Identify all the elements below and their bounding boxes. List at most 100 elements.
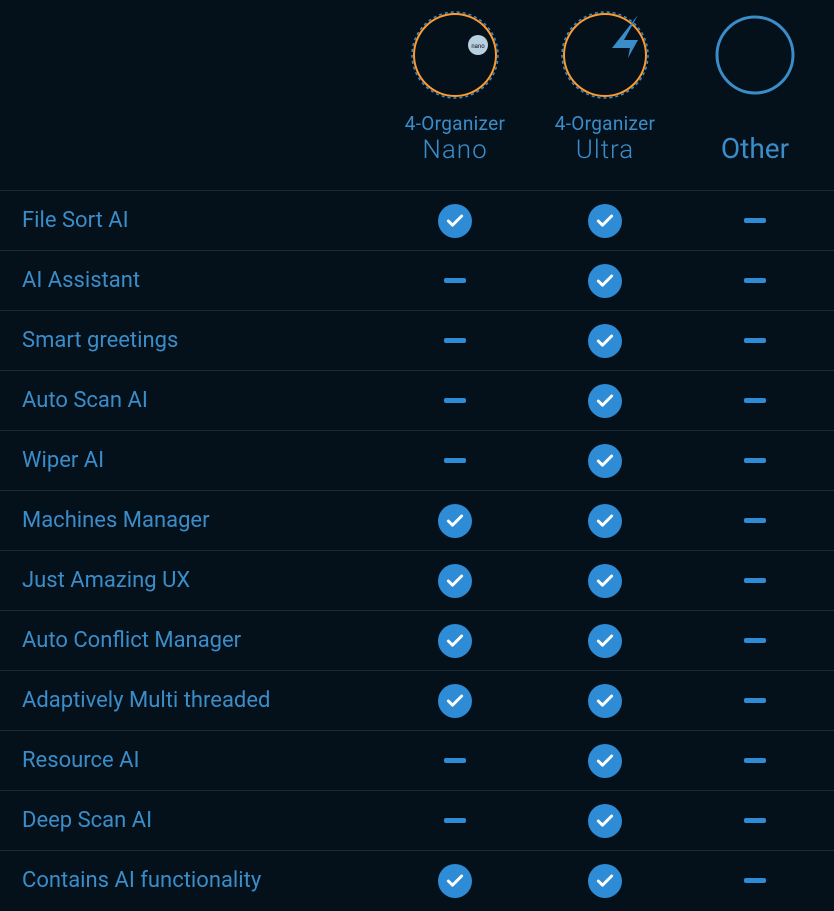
dash-icon <box>744 518 766 523</box>
feature-label: Resource AI <box>0 748 380 773</box>
feature-cell <box>680 638 830 643</box>
check-icon <box>438 504 472 538</box>
feature-row: Wiper AI <box>0 430 834 490</box>
check-icon <box>438 864 472 898</box>
feature-label: Smart greetings <box>0 328 380 353</box>
check-icon <box>588 444 622 478</box>
feature-cell <box>530 744 680 778</box>
feature-cell <box>680 338 830 343</box>
check-icon <box>588 504 622 538</box>
dash-icon <box>744 818 766 823</box>
dash-icon <box>744 218 766 223</box>
feature-cell <box>680 818 830 823</box>
dash-icon <box>744 638 766 643</box>
feature-cell <box>380 818 530 823</box>
feature-row: Contains AI functionality <box>0 850 834 910</box>
check-icon <box>588 324 622 358</box>
feature-label: Machines Manager <box>0 508 380 533</box>
product-brand: 4-Organizer <box>405 112 505 135</box>
feature-row: Deep Scan AI <box>0 790 834 850</box>
feature-cell <box>680 698 830 703</box>
feature-label: Just Amazing UX <box>0 568 380 593</box>
dash-icon <box>744 698 766 703</box>
dash-icon <box>744 398 766 403</box>
feature-cell <box>530 204 680 238</box>
feature-cell <box>530 564 680 598</box>
feature-row: Auto Scan AI <box>0 370 834 430</box>
feature-cell <box>680 518 830 523</box>
header-row: nano 4-Organizer Nano 4-Organizer Ultra <box>0 0 834 190</box>
feature-cell <box>380 758 530 763</box>
check-icon <box>438 564 472 598</box>
column-header-nano: nano 4-Organizer Nano <box>380 0 530 190</box>
feature-cell <box>380 624 530 658</box>
feature-cell <box>380 338 530 343</box>
feature-row: File Sort AI <box>0 190 834 250</box>
product-icon-other <box>710 10 800 100</box>
feature-cell <box>380 278 530 283</box>
column-header-other: Other <box>680 0 830 190</box>
feature-row: Auto Conflict Manager <box>0 610 834 670</box>
feature-cell <box>680 218 830 223</box>
feature-row: Just Amazing UX <box>0 550 834 610</box>
feature-cell <box>680 758 830 763</box>
feature-cell <box>380 204 530 238</box>
other-label: Other <box>721 132 789 165</box>
feature-row: Resource AI <box>0 730 834 790</box>
dash-icon <box>744 878 766 883</box>
feature-cell <box>680 398 830 403</box>
feature-cell <box>530 444 680 478</box>
check-icon <box>588 864 622 898</box>
feature-label: Deep Scan AI <box>0 808 380 833</box>
feature-cell <box>680 458 830 463</box>
feature-cell <box>530 804 680 838</box>
feature-cell <box>680 278 830 283</box>
feature-cell <box>530 684 680 718</box>
product-tier: Ultra <box>576 135 635 165</box>
feature-cell <box>680 578 830 583</box>
feature-cell <box>380 504 530 538</box>
feature-label: AI Assistant <box>0 268 380 293</box>
dash-icon <box>744 758 766 763</box>
check-icon <box>588 624 622 658</box>
feature-label: Adaptively Multi threaded <box>0 688 380 713</box>
feature-cell <box>530 864 680 898</box>
dash-icon <box>444 338 466 343</box>
check-icon <box>438 204 472 238</box>
check-icon <box>588 744 622 778</box>
feature-cell <box>530 384 680 418</box>
feature-row: Smart greetings <box>0 310 834 370</box>
product-icon-ultra <box>560 10 650 100</box>
product-tier: Nano <box>422 135 487 165</box>
comparison-table: nano 4-Organizer Nano 4-Organizer Ultra <box>0 0 834 910</box>
dash-icon <box>744 338 766 343</box>
feature-row: Machines Manager <box>0 490 834 550</box>
column-header-ultra: 4-Organizer Ultra <box>530 0 680 190</box>
dash-icon <box>444 458 466 463</box>
feature-label: Auto Scan AI <box>0 388 380 413</box>
feature-cell <box>380 398 530 403</box>
feature-row: AI Assistant <box>0 250 834 310</box>
dash-icon <box>744 278 766 283</box>
feature-label: Wiper AI <box>0 448 380 473</box>
check-icon <box>438 684 472 718</box>
feature-cell <box>380 564 530 598</box>
dash-icon <box>444 758 466 763</box>
feature-cell <box>530 624 680 658</box>
feature-cell <box>530 324 680 358</box>
product-brand: 4-Organizer <box>555 112 655 135</box>
feature-cell <box>380 864 530 898</box>
dash-icon <box>744 578 766 583</box>
check-icon <box>588 564 622 598</box>
check-icon <box>588 804 622 838</box>
check-icon <box>588 384 622 418</box>
check-icon <box>438 624 472 658</box>
dash-icon <box>744 458 766 463</box>
product-icon-nano: nano <box>410 10 500 100</box>
feature-cell <box>380 684 530 718</box>
dash-icon <box>444 278 466 283</box>
feature-cell <box>680 878 830 883</box>
feature-label: Auto Conflict Manager <box>0 628 380 653</box>
feature-label: File Sort AI <box>0 208 380 233</box>
feature-cell <box>380 458 530 463</box>
